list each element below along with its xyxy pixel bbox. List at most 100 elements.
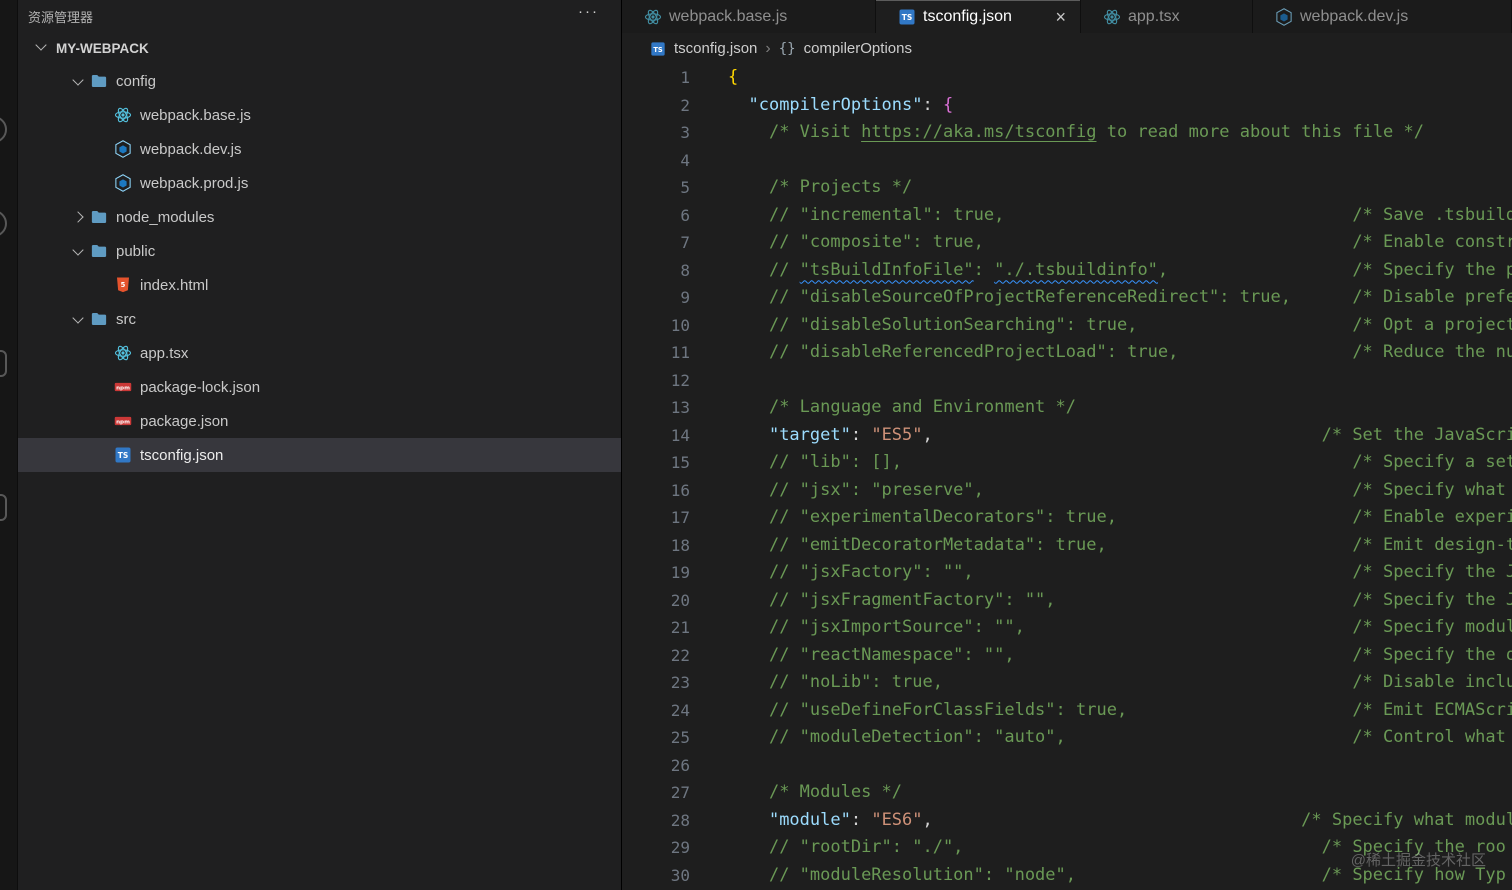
tree-item-package-json[interactable]: npm package.json: [18, 404, 621, 438]
tree-item-public[interactable]: public: [18, 234, 621, 268]
code-line-text[interactable]: /* Projects */: [728, 174, 1512, 202]
line-number[interactable]: 5: [622, 174, 690, 202]
code-line[interactable]: 15 // "lib": [], /* Specify a set o: [622, 449, 1512, 477]
code-line-text[interactable]: [728, 752, 1512, 780]
code-line[interactable]: 9 // "disableSourceOfProjectReferenceRed…: [622, 284, 1512, 312]
code-line[interactable]: 21 // "jsxImportSource": "", /* Specify m…: [622, 614, 1512, 642]
code-line-text[interactable]: {: [728, 64, 1512, 92]
line-number[interactable]: 14: [622, 422, 690, 450]
code-line-text[interactable]: // "disableSourceOfProjectReferenceRedir…: [728, 284, 1512, 312]
line-number[interactable]: 9: [622, 284, 690, 312]
line-number[interactable]: 8: [622, 257, 690, 285]
line-number[interactable]: 2: [622, 92, 690, 120]
line-number[interactable]: 1: [622, 64, 690, 92]
code-line[interactable]: 25 // "moduleDetection": "auto", /* Contr…: [622, 724, 1512, 752]
line-number[interactable]: 27: [622, 779, 690, 807]
tree-item-index-html[interactable]: 5 index.html: [18, 268, 621, 302]
breadcrumb-file[interactable]: tsconfig.json: [674, 40, 757, 57]
tree-item-src[interactable]: src: [18, 302, 621, 336]
code-editor[interactable]: 1{2 "compilerOptions": {3 /* Visit https…: [622, 64, 1512, 890]
tree-item-config[interactable]: config: [18, 64, 621, 98]
line-number[interactable]: 28: [622, 807, 690, 835]
line-number[interactable]: 22: [622, 642, 690, 670]
code-line[interactable]: 3 /* Visit https://aka.ms/tsconfig to re…: [622, 119, 1512, 147]
code-line[interactable]: 24 // "useDefineForClassFields": true, /*…: [622, 697, 1512, 725]
close-icon[interactable]: ×: [1055, 8, 1066, 26]
more-actions-button[interactable]: ···: [578, 4, 599, 19]
code-line-text[interactable]: // "reactNamespace": "", /* Specify the o…: [728, 642, 1512, 670]
code-line-text[interactable]: /* Visit https://aka.ms/tsconfig to read…: [728, 119, 1512, 147]
line-number[interactable]: 11: [622, 339, 690, 367]
code-line[interactable]: 29 // "rootDir": "./", /* Specify the roo: [622, 834, 1512, 862]
code-line-text[interactable]: // "noLib": true, /* Disable includi: [728, 669, 1512, 697]
code-line-text[interactable]: "target": "ES5", /* Set the JavaScrip: [728, 422, 1512, 450]
line-number[interactable]: 3: [622, 119, 690, 147]
line-number[interactable]: 6: [622, 202, 690, 230]
code-line-text[interactable]: // "jsxImportSource": "", /* Specify modu…: [728, 614, 1512, 642]
tab-tsconfig-json[interactable]: TS tsconfig.json ×: [876, 0, 1081, 33]
code-line[interactable]: 27 /* Modules */: [622, 779, 1512, 807]
code-line-text[interactable]: // "incremental": true, /* Save .tsbuildi…: [728, 202, 1512, 230]
line-number[interactable]: 12: [622, 367, 690, 395]
code-line-text[interactable]: [728, 367, 1512, 395]
line-number[interactable]: 21: [622, 614, 690, 642]
code-line-text[interactable]: // "jsxFactory": "", /* Specify the JSX: [728, 559, 1512, 587]
code-line[interactable]: 1{: [622, 64, 1512, 92]
code-line[interactable]: 26: [622, 752, 1512, 780]
line-number[interactable]: 4: [622, 147, 690, 175]
tree-item-webpack-dev-js[interactable]: webpack.dev.js: [18, 132, 621, 166]
code-line-text[interactable]: "module": "ES6", /* Specify what modul: [728, 807, 1512, 835]
code-line-text[interactable]: // "jsx": "preserve", /* Specify what JS: [728, 477, 1512, 505]
code-line-text[interactable]: // "moduleDetection": "auto", /* Control …: [728, 724, 1512, 752]
code-line[interactable]: 23 // "noLib": true, /* Disable includi: [622, 669, 1512, 697]
code-line-text[interactable]: // "jsxFragmentFactory": "", /* Specify t…: [728, 587, 1512, 615]
code-line[interactable]: 16 // "jsx": "preserve", /* Specify what …: [622, 477, 1512, 505]
code-line-text[interactable]: [728, 147, 1512, 175]
code-line-text[interactable]: // "tsBuildInfoFile": "./.tsbuildinfo", /…: [728, 257, 1512, 285]
line-number[interactable]: 17: [622, 504, 690, 532]
line-number[interactable]: 16: [622, 477, 690, 505]
line-number[interactable]: 29: [622, 834, 690, 862]
code-line[interactable]: 22 // "reactNamespace": "", /* Specify th…: [622, 642, 1512, 670]
code-line-text[interactable]: // "composite": true, /* Enable constrai: [728, 229, 1512, 257]
code-line-text[interactable]: // "moduleResolution": "node", /* Specify…: [728, 862, 1512, 890]
tree-item-package-lock-json[interactable]: npm package-lock.json: [18, 370, 621, 404]
code-line[interactable]: 13 /* Language and Environment */: [622, 394, 1512, 422]
line-number[interactable]: 10: [622, 312, 690, 340]
code-line-text[interactable]: // "emitDecoratorMetadata": true, /* Emit…: [728, 532, 1512, 560]
code-line[interactable]: 8 // "tsBuildInfoFile": "./.tsbuildinfo"…: [622, 257, 1512, 285]
code-line[interactable]: 4: [622, 147, 1512, 175]
line-number[interactable]: 24: [622, 697, 690, 725]
code-line[interactable]: 30 // "moduleResolution": "node", /* Spec…: [622, 862, 1512, 890]
tab-app-tsx[interactable]: app.tsx: [1081, 0, 1253, 33]
code-line[interactable]: 2 "compilerOptions": {: [622, 92, 1512, 120]
code-line-text[interactable]: // "experimentalDecorators": true, /* Ena…: [728, 504, 1512, 532]
line-number[interactable]: 26: [622, 752, 690, 780]
line-number[interactable]: 30: [622, 862, 690, 890]
code-line[interactable]: 10 // "disableSolutionSearching": true, /…: [622, 312, 1512, 340]
tree-item-node-modules[interactable]: node_modules: [18, 200, 621, 234]
line-number[interactable]: 19: [622, 559, 690, 587]
section-my-webpack[interactable]: MY-WEBPACK: [18, 32, 621, 64]
breadcrumb-symbol[interactable]: compilerOptions: [804, 40, 912, 57]
code-line[interactable]: 11 // "disableReferencedProjectLoad": tr…: [622, 339, 1512, 367]
code-line[interactable]: 17 // "experimentalDecorators": true, /* …: [622, 504, 1512, 532]
tree-item-webpack-prod-js[interactable]: webpack.prod.js: [18, 166, 621, 200]
code-line-text[interactable]: // "disableSolutionSearching": true, /* O…: [728, 312, 1512, 340]
line-number[interactable]: 7: [622, 229, 690, 257]
tab-webpack-base-js[interactable]: webpack.base.js: [622, 0, 876, 33]
code-line-text[interactable]: // "useDefineForClassFields": true, /* Em…: [728, 697, 1512, 725]
code-line[interactable]: 6 // "incremental": true, /* Save .tsbuil…: [622, 202, 1512, 230]
tree-item-tsconfig-json[interactable]: TS tsconfig.json: [18, 438, 621, 472]
line-number[interactable]: 13: [622, 394, 690, 422]
code-line[interactable]: 18 // "emitDecoratorMetadata": true, /* E…: [622, 532, 1512, 560]
tree-item-app-tsx[interactable]: app.tsx: [18, 336, 621, 370]
code-line-text[interactable]: // "rootDir": "./", /* Specify the roo: [728, 834, 1512, 862]
code-line[interactable]: 19 // "jsxFactory": "", /* Specify the JS…: [622, 559, 1512, 587]
code-line[interactable]: 12: [622, 367, 1512, 395]
code-line-text[interactable]: "compilerOptions": {: [728, 92, 1512, 120]
line-number[interactable]: 20: [622, 587, 690, 615]
code-line-text[interactable]: /* Language and Environment */: [728, 394, 1512, 422]
code-line-text[interactable]: /* Modules */: [728, 779, 1512, 807]
code-line[interactable]: 14 "target": "ES5", /* Set the JavaScrip: [622, 422, 1512, 450]
